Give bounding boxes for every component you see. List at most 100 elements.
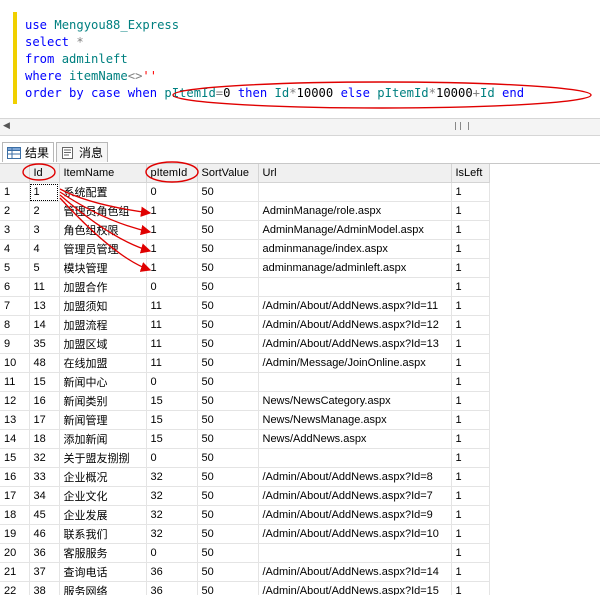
query-line[interactable]: order by case when pItemId=0 then Id*100… [25, 85, 524, 102]
table-cell[interactable]: 50 [197, 543, 259, 563]
table-cell[interactable]: /Admin/About/AddNews.aspx?Id=7 [258, 486, 452, 506]
table-cell[interactable]: 加盟流程 [59, 315, 147, 335]
table-row[interactable]: 8 14 加盟流程 11 50/Admin/About/AddNews.aspx?Id=… [0, 315, 490, 335]
results-grid[interactable]: Id ItemName pItemId SortValue Url IsLeft 1 1 系统… [0, 164, 600, 595]
table-cell[interactable] [258, 372, 452, 392]
table-cell[interactable]: 50 [197, 486, 259, 506]
table-cell[interactable]: 50 [197, 505, 259, 525]
table-cell[interactable]: 3 [29, 220, 60, 240]
table-cell[interactable]: 5 [29, 258, 60, 278]
table-cell[interactable]: 1 [451, 429, 490, 449]
table-cell[interactable]: 50 [197, 353, 259, 373]
table-cell[interactable]: News/NewsManage.aspx [258, 410, 452, 430]
table-cell[interactable]: 15 [146, 410, 198, 430]
table-cell[interactable]: 50 [197, 296, 259, 316]
table-cell[interactable]: adminmanage/index.aspx [258, 239, 452, 259]
table-cell[interactable]: 企业文化 [59, 486, 147, 506]
table-cell[interactable]: 50 [197, 201, 259, 221]
table-cell[interactable]: 1 [451, 239, 490, 259]
row-number-cell[interactable]: 21 [0, 562, 30, 582]
table-cell[interactable]: /Admin/Message/JoinOnline.aspx [258, 353, 452, 373]
table-cell[interactable]: 36 [146, 581, 198, 595]
table-row[interactable]: 12 16 新闻类别 15 50 News/NewsCategory.aspx 1 [0, 391, 490, 411]
table-cell[interactable]: 50 [197, 315, 259, 335]
table-cell[interactable]: 36 [29, 543, 60, 563]
table-cell[interactable]: 50 [197, 448, 259, 468]
table-cell[interactable]: 0 [146, 182, 198, 202]
table-cell[interactable]: /Admin/About/AddNews.aspx?Id=13 [258, 334, 452, 354]
row-number-cell[interactable]: 5 [0, 258, 30, 278]
row-number-cell[interactable]: 15 [0, 448, 30, 468]
table-cell[interactable]: 1 [451, 524, 490, 544]
table-cell[interactable]: 50 [197, 258, 259, 278]
table-cell[interactable]: 2 [29, 201, 60, 221]
table-cell[interactable]: News/NewsCategory.aspx [258, 391, 452, 411]
table-cell[interactable]: 系统配置 [59, 182, 147, 202]
table-cell[interactable]: 11 [146, 315, 198, 335]
row-number-header[interactable] [0, 164, 30, 183]
table-row[interactable]: 18 45 企业发展 32 50/Admin/About/AddNews.aspx?Id… [0, 505, 490, 525]
table-cell[interactable]: 查询电话 [59, 562, 147, 582]
table-cell[interactable]: 1 [29, 182, 60, 202]
table-cell[interactable] [258, 543, 452, 563]
table-cell[interactable]: 48 [29, 353, 60, 373]
table-cell[interactable]: 15 [29, 372, 60, 392]
row-number-cell[interactable]: 2 [0, 201, 30, 221]
table-cell[interactable]: 1 [451, 467, 490, 487]
table-cell[interactable]: 1 [451, 581, 490, 595]
table-cell[interactable]: 50 [197, 562, 259, 582]
table-cell[interactable]: 1 [451, 543, 490, 563]
query-text[interactable]: use Mengyou88_Express select * from adminl… [25, 17, 524, 102]
table-cell[interactable]: 1 [146, 201, 198, 221]
row-number-cell[interactable]: 10 [0, 353, 30, 373]
table-cell[interactable]: 36 [146, 562, 198, 582]
table-cell[interactable]: 0 [146, 448, 198, 468]
table-row[interactable]: 1 1 系统配置 0 50 1 [0, 182, 490, 202]
column-header[interactable]: pItemId [146, 164, 198, 183]
table-cell[interactable]: AdminManage/role.aspx [258, 201, 452, 221]
table-cell[interactable]: 1 [451, 258, 490, 278]
table-cell[interactable]: 联系我们 [59, 524, 147, 544]
row-number-cell[interactable]: 4 [0, 239, 30, 259]
table-row[interactable]: 16 33 企业概况 32 50/Admin/About/AddNews.aspx?Id… [0, 467, 490, 487]
table-cell[interactable]: 1 [451, 353, 490, 373]
table-cell[interactable] [258, 277, 452, 297]
table-cell[interactable]: 管理员角色组 [59, 201, 147, 221]
table-cell[interactable]: 32 [146, 505, 198, 525]
table-cell[interactable]: 1 [451, 391, 490, 411]
row-number-cell[interactable]: 3 [0, 220, 30, 240]
row-number-cell[interactable]: 20 [0, 543, 30, 563]
row-number-cell[interactable]: 13 [0, 410, 30, 430]
table-cell[interactable]: 1 [451, 410, 490, 430]
table-cell[interactable]: 50 [197, 429, 259, 449]
table-cell[interactable]: 50 [197, 581, 259, 595]
table-cell[interactable]: News/AddNews.aspx [258, 429, 452, 449]
row-number-cell[interactable]: 8 [0, 315, 30, 335]
table-cell[interactable]: 1 [451, 220, 490, 240]
table-row[interactable]: 21 37 查询电话 36 50/Admin/About/AddNews.aspx?Id… [0, 562, 490, 582]
row-number-cell[interactable]: 7 [0, 296, 30, 316]
splitter-grip-icon[interactable] [455, 122, 469, 130]
column-header[interactable]: SortValue [197, 164, 259, 183]
tab-results[interactable]: 结果 [2, 142, 54, 162]
column-header[interactable]: Url [258, 164, 452, 183]
table-cell[interactable]: 18 [29, 429, 60, 449]
table-cell[interactable]: 1 [451, 372, 490, 392]
table-row[interactable]: 2 2 管理员角色组 1 50 AdminManage/role.aspx 1 [0, 201, 490, 221]
table-cell[interactable]: 企业发展 [59, 505, 147, 525]
table-cell[interactable]: 34 [29, 486, 60, 506]
table-cell[interactable] [258, 448, 452, 468]
table-cell[interactable]: adminmanage/adminleft.aspx [258, 258, 452, 278]
horizontal-scrollbar[interactable]: ◀ [0, 118, 600, 136]
table-cell[interactable]: 46 [29, 524, 60, 544]
column-header[interactable]: Id [29, 164, 60, 183]
table-cell[interactable]: 1 [451, 201, 490, 221]
table-cell[interactable]: /Admin/About/AddNews.aspx?Id=14 [258, 562, 452, 582]
table-row[interactable]: 22 38 服务网络 36 50/Admin/About/AddNews.aspx?Id… [0, 581, 490, 595]
table-cell[interactable]: 50 [197, 467, 259, 487]
table-cell[interactable]: /Admin/About/AddNews.aspx?Id=9 [258, 505, 452, 525]
table-cell[interactable]: 14 [29, 315, 60, 335]
table-cell[interactable]: 0 [146, 277, 198, 297]
table-cell[interactable]: 0 [146, 543, 198, 563]
sql-editor[interactable]: use Mengyou88_Express select * from adminl… [0, 0, 600, 118]
